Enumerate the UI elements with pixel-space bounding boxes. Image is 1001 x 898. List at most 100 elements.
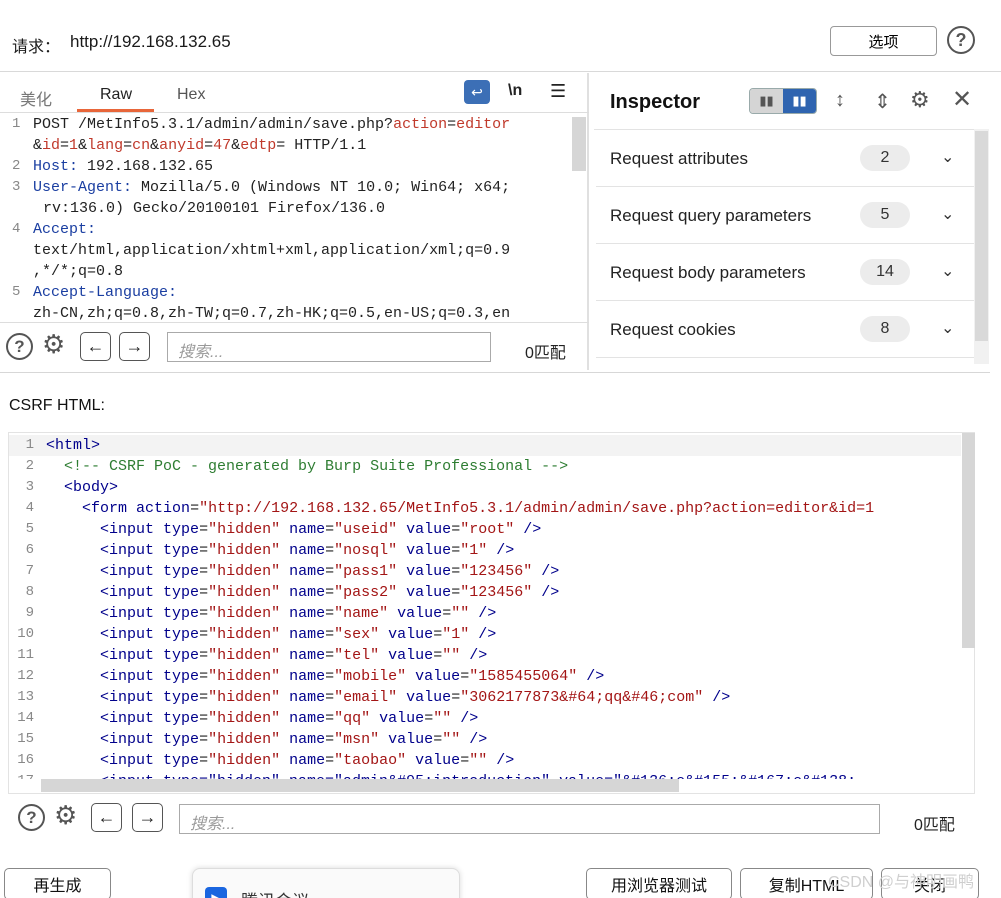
layout-panel-icon[interactable]: ▮▮: [783, 89, 816, 113]
http-version: HTTP/1.1: [285, 137, 367, 154]
csrf-html-editor[interactable]: 1 <html> 2 <!-- CSRF PoC - generated by Bu…: [8, 432, 975, 794]
html-tag: <input: [100, 626, 155, 643]
code-line: 6 <input type="hidden" name="nosql" valu…: [9, 540, 961, 561]
csrf-search-input[interactable]: 搜索...: [179, 804, 880, 834]
query-amp: &: [78, 137, 88, 154]
active-tab-indicator: [77, 109, 154, 112]
inspector-row-body-parameters[interactable]: Request body parameters 14 ⌄: [596, 244, 974, 301]
code-line: 4 <form action="http://192.168.132.65/Me…: [9, 498, 961, 519]
test-in-browser-button[interactable]: 用浏览器测试: [586, 868, 732, 898]
attr-eq: =: [460, 668, 470, 685]
count-badge: 5: [860, 202, 910, 228]
back-arrow-icon[interactable]: ←: [80, 332, 111, 361]
gear-icon[interactable]: ⚙: [42, 329, 65, 360]
tab-pretty[interactable]: 美化: [20, 86, 52, 110]
html-tag: <input: [100, 605, 155, 622]
attr-eq: =: [325, 710, 335, 727]
line-number: 4: [12, 221, 21, 237]
attr-value: "hidden": [208, 647, 281, 664]
code-line: 5 <input type="hidden" name="useid" valu…: [9, 519, 961, 540]
chevron-down-icon[interactable]: ⌄: [941, 204, 954, 224]
code-line: 8 <input type="hidden" name="pass2" valu…: [9, 582, 961, 603]
inspector-row-cookies[interactable]: Request cookies 8 ⌄: [596, 301, 974, 358]
attr-eq: =: [325, 626, 335, 643]
attr-eq: =: [199, 689, 209, 706]
attr-eq: =: [433, 626, 443, 643]
attr-name: value: [406, 521, 452, 538]
attr-value: "3062177873&#64;qq&#46;com": [460, 689, 704, 706]
count-badge: 8: [860, 316, 910, 342]
forward-arrow-icon[interactable]: →: [132, 803, 163, 832]
attr-eq: =: [451, 689, 461, 706]
csrf-vertical-scrollbar[interactable]: [962, 433, 975, 648]
attr-value: "sex": [334, 626, 380, 643]
collapse-all-icon[interactable]: ⇕: [874, 89, 891, 114]
attr-value: "hidden": [208, 689, 281, 706]
close-icon[interactable]: ✕: [952, 85, 972, 114]
show-newlines-button[interactable]: \n: [508, 82, 522, 100]
html-comment: <!-- CSRF PoC - generated by Burp Suite …: [64, 458, 569, 475]
inspector-panel: Inspector ▮▮ ▮▮ ↕ ⇕ ⚙ ✕ Request attribut…: [594, 73, 990, 370]
gear-icon[interactable]: ⚙: [910, 87, 930, 113]
word-wrap-icon[interactable]: ↩: [464, 80, 490, 104]
inspector-row-query-parameters[interactable]: Request query parameters 5 ⌄: [596, 187, 974, 244]
header-value: 192.168.132.65: [78, 158, 214, 175]
inspector-row-request-attributes[interactable]: Request attributes 2 ⌄: [596, 130, 974, 187]
menu-icon[interactable]: ☰: [550, 81, 566, 102]
layout-toggle[interactable]: ▮▮ ▮▮: [749, 88, 817, 114]
meeting-popup[interactable]: ▶ 腾讯会议: [192, 868, 460, 898]
attr-value: "": [442, 647, 461, 664]
attr-eq: =: [325, 542, 335, 559]
options-button[interactable]: 选项: [830, 26, 937, 56]
csrf-code[interactable]: 1 <html> 2 <!-- CSRF PoC - generated by Bu…: [9, 435, 961, 779]
watermark: CSDN @与神明画鸭: [828, 874, 975, 891]
request-target-bar: 请求： http://192.168.132.65 选项 ?: [0, 0, 1001, 72]
code-line: 9 <input type="hidden" name="name" value…: [9, 603, 961, 624]
attr-eq: =: [325, 584, 335, 601]
csrf-horizontal-scrollbar[interactable]: [41, 779, 679, 792]
line-number: 15: [17, 731, 34, 747]
regenerate-button[interactable]: 再生成: [4, 868, 111, 898]
request-raw-text[interactable]: 1 POST /MetInfo5.3.1/admin/admin/save.php…: [0, 114, 570, 320]
attr-eq: =: [199, 605, 209, 622]
html-tag-close: />: [532, 563, 560, 580]
inspector-scrollbar[interactable]: [975, 131, 988, 341]
forward-arrow-icon[interactable]: →: [119, 332, 150, 361]
inspector-row-label: Request body parameters: [610, 263, 806, 282]
attr-value: "http://192.168.132.65/MetInfo5.3.1/admi…: [199, 500, 875, 517]
attr-value: "qq": [334, 710, 371, 727]
request-scrollbar[interactable]: [572, 117, 586, 171]
code-line: 7 <input type="hidden" name="pass1" valu…: [9, 561, 961, 582]
line-number: 9: [25, 605, 34, 621]
help-icon[interactable]: ?: [947, 26, 975, 54]
attr-eq: =: [199, 710, 209, 727]
chevron-down-icon[interactable]: ⌄: [941, 261, 954, 281]
help-icon[interactable]: ?: [6, 333, 33, 360]
chevron-down-icon[interactable]: ⌄: [941, 147, 954, 167]
query-param-value: 47: [213, 137, 232, 154]
expand-all-icon[interactable]: ↕: [835, 89, 845, 112]
attr-eq: =: [325, 689, 335, 706]
tab-hex[interactable]: Hex: [177, 86, 205, 104]
header-name: Host:: [33, 158, 79, 175]
tab-raw[interactable]: Raw: [100, 86, 132, 104]
attr-eq: =: [451, 563, 461, 580]
back-arrow-icon[interactable]: ←: [91, 803, 122, 832]
html-tag-close: />: [487, 542, 515, 559]
attr-value: "hidden": [208, 584, 281, 601]
attr-name: type: [163, 752, 200, 769]
gear-icon[interactable]: ⚙: [54, 800, 77, 831]
layout-list-icon[interactable]: ▮▮: [750, 89, 783, 113]
attr-name: name: [289, 731, 326, 748]
attr-name: type: [163, 626, 200, 643]
chevron-down-icon[interactable]: ⌄: [941, 318, 954, 338]
line-number: 10: [17, 626, 34, 642]
request-search-input[interactable]: 搜索...: [167, 332, 491, 362]
attr-value: "useid": [334, 521, 398, 538]
help-icon[interactable]: ?: [18, 804, 45, 831]
attr-name: value: [415, 668, 461, 685]
